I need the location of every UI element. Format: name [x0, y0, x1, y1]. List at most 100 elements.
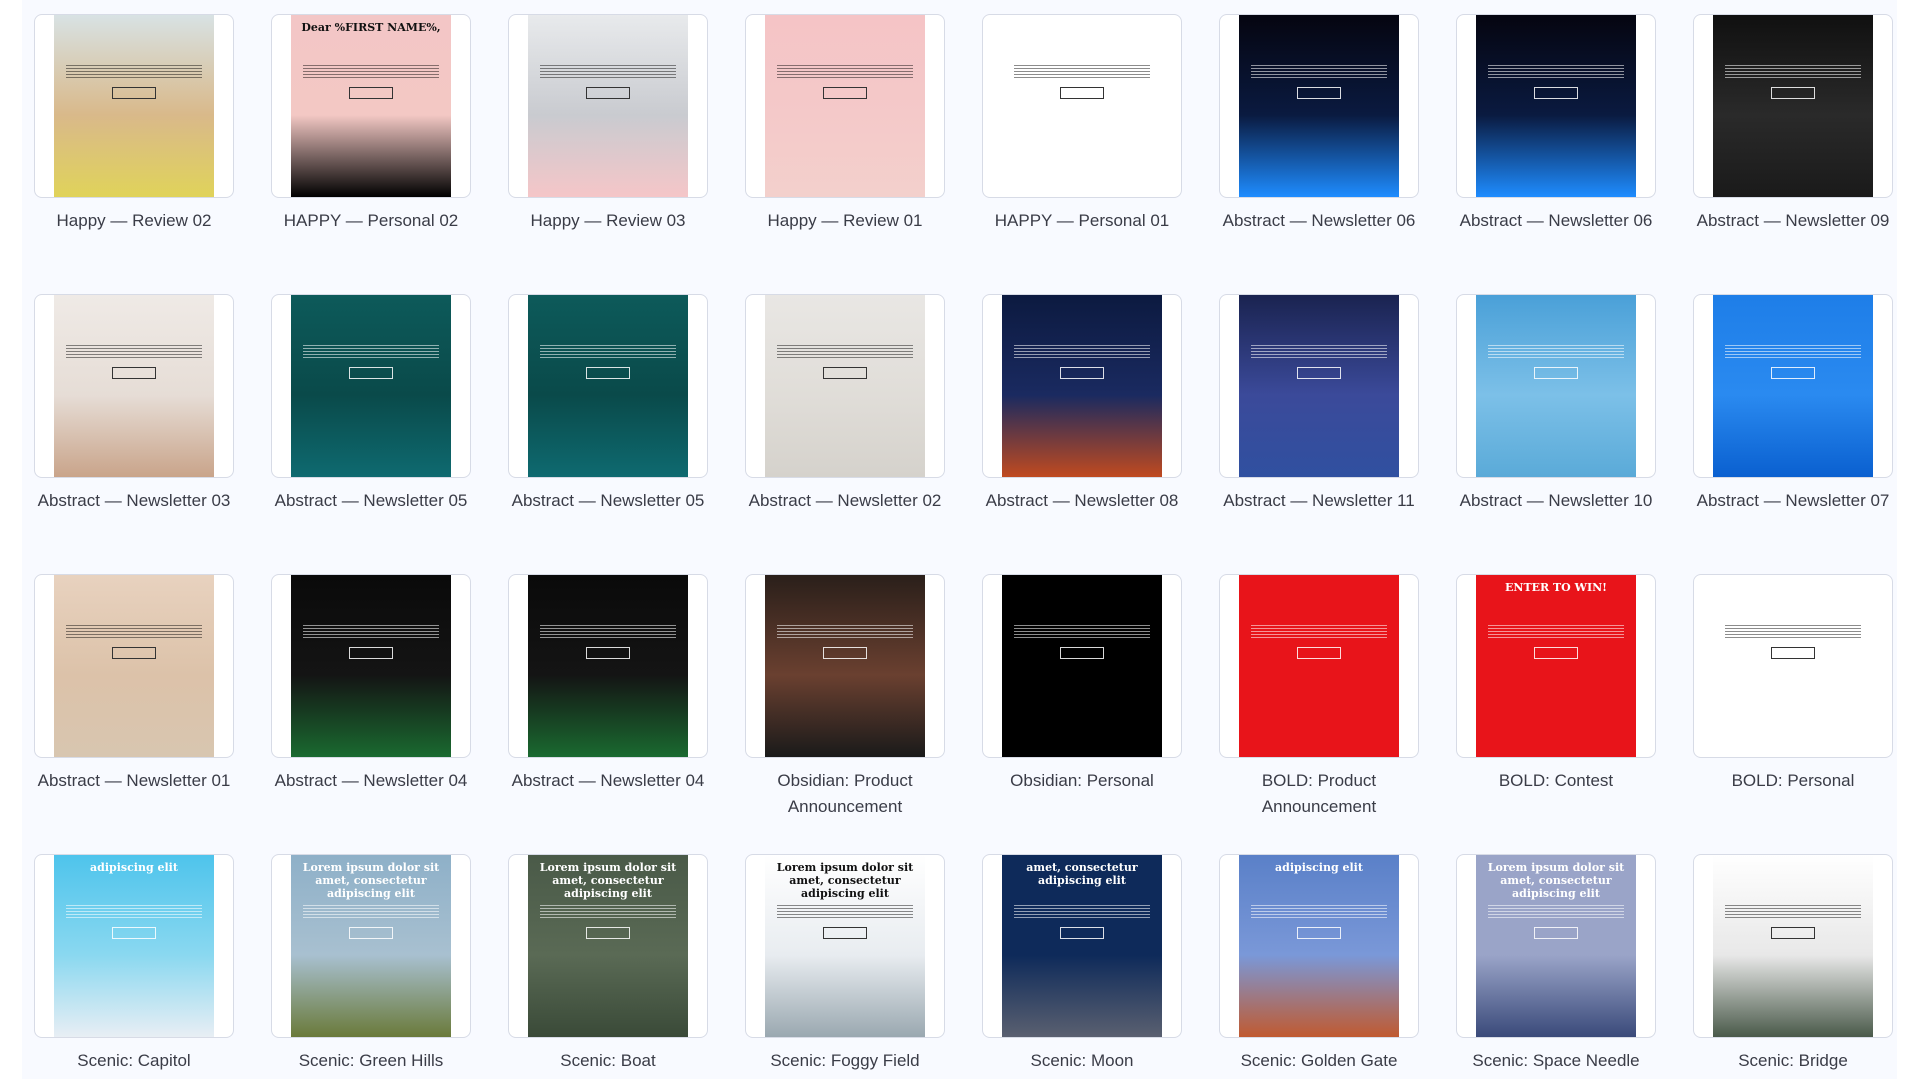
template-card[interactable]: Scenic: Bridge: [1693, 854, 1893, 1074]
thumbnail-body-text: [303, 65, 439, 79]
template-preview[interactable]: [1219, 574, 1419, 758]
thumbnail-button: [823, 87, 867, 99]
template-preview[interactable]: [508, 574, 708, 758]
template-thumbnail-image: amet, consectetur adipiscing elit: [1002, 855, 1162, 1037]
template-preview[interactable]: ENTER TO WIN!: [1456, 574, 1656, 758]
template-thumbnail-image: ENTER TO WIN!: [1476, 575, 1636, 757]
template-preview[interactable]: [1693, 854, 1893, 1038]
template-thumbnail-image: [1002, 575, 1162, 757]
template-card[interactable]: Happy — Review 03: [508, 14, 708, 234]
template-preview[interactable]: [745, 574, 945, 758]
template-card[interactable]: Abstract — Newsletter 11: [1219, 294, 1419, 514]
template-card[interactable]: adipiscing elit Scenic: Capitol: [34, 854, 234, 1074]
template-card[interactable]: Lorem ipsum dolor sit amet, consectetur …: [508, 854, 708, 1074]
template-preview[interactable]: [982, 574, 1182, 758]
template-preview[interactable]: [34, 14, 234, 198]
template-preview[interactable]: Lorem ipsum dolor sit amet, consectetur …: [1456, 854, 1656, 1038]
template-preview[interactable]: [1456, 294, 1656, 478]
template-card[interactable]: BOLD: Product Announcement: [1219, 574, 1419, 820]
template-thumbnail-image: [1239, 295, 1399, 477]
thumbnail-button: [112, 367, 156, 379]
template-card[interactable]: Abstract — Newsletter 06: [1456, 14, 1656, 234]
template-thumbnail-image: Lorem ipsum dolor sit amet, consectetur …: [1476, 855, 1636, 1037]
template-card[interactable]: Abstract — Newsletter 07: [1693, 294, 1893, 514]
template-preview[interactable]: adipiscing elit: [1219, 854, 1419, 1038]
template-thumbnail-image: adipiscing elit: [1239, 855, 1399, 1037]
template-card[interactable]: Abstract — Newsletter 02: [745, 294, 945, 514]
template-card[interactable]: Abstract — Newsletter 09: [1693, 14, 1893, 234]
template-preview[interactable]: [1693, 574, 1893, 758]
template-card[interactable]: ENTER TO WIN! BOLD: Contest: [1456, 574, 1656, 794]
template-card[interactable]: HAPPY — Personal 01: [982, 14, 1182, 234]
template-preview[interactable]: amet, consectetur adipiscing elit: [982, 854, 1182, 1038]
template-card[interactable]: BOLD: Personal: [1693, 574, 1893, 794]
template-card[interactable]: amet, consectetur adipiscing elit Scenic:…: [982, 854, 1182, 1074]
thumbnail-body-text: [303, 625, 439, 639]
template-preview[interactable]: adipiscing elit: [34, 854, 234, 1038]
thumbnail-body-text: [1725, 905, 1861, 919]
thumbnail-body-text: [1725, 65, 1861, 79]
template-preview[interactable]: [1219, 294, 1419, 478]
template-name: Abstract — Newsletter 05: [511, 491, 705, 510]
template-name: Obsidian: Product Announcement: [777, 771, 913, 816]
template-preview[interactable]: [1693, 14, 1893, 198]
thumbnail-button: [1534, 647, 1578, 659]
template-card[interactable]: Abstract — Newsletter 03: [34, 294, 234, 514]
thumbnail-body-text: [66, 625, 202, 639]
template-card[interactable]: Abstract — Newsletter 05: [508, 294, 708, 514]
template-card[interactable]: Obsidian: Personal: [982, 574, 1182, 794]
template-thumbnail-image: [291, 295, 451, 477]
thumbnail-button: [349, 647, 393, 659]
template-preview[interactable]: Lorem ipsum dolor sit amet, consectetur …: [271, 854, 471, 1038]
template-card[interactable]: Abstract — Newsletter 06: [1219, 14, 1419, 234]
template-preview[interactable]: [745, 14, 945, 198]
template-preview[interactable]: Lorem ipsum dolor sit amet, consectetur …: [508, 854, 708, 1038]
template-thumbnail-image: [1476, 15, 1636, 197]
template-card[interactable]: Abstract — Newsletter 04: [508, 574, 708, 794]
template-name: Abstract — Newsletter 06: [1459, 211, 1653, 230]
template-preview[interactable]: Lorem ipsum dolor sit amet, consectetur …: [745, 854, 945, 1038]
template-preview[interactable]: [508, 14, 708, 198]
template-preview[interactable]: [34, 294, 234, 478]
thumbnail-button: [823, 367, 867, 379]
template-name: BOLD: Personal: [1731, 771, 1855, 790]
thumbnail-button: [1771, 927, 1815, 939]
thumbnail-button: [1771, 647, 1815, 659]
template-preview[interactable]: [1219, 14, 1419, 198]
template-card[interactable]: Happy — Review 01: [745, 14, 945, 234]
thumbnail-button: [586, 927, 630, 939]
template-thumbnail-image: [1002, 295, 1162, 477]
thumbnail-body-text: [1488, 905, 1624, 919]
template-card[interactable]: Abstract — Newsletter 01: [34, 574, 234, 794]
thumbnail-headline: Dear %FIRST NAME%,: [301, 21, 441, 34]
template-card[interactable]: Obsidian: Product Announcement: [745, 574, 945, 820]
template-preview[interactable]: Dear %FIRST NAME%,: [271, 14, 471, 198]
thumbnail-button: [586, 87, 630, 99]
template-preview[interactable]: [1693, 294, 1893, 478]
template-card[interactable]: Abstract — Newsletter 08: [982, 294, 1182, 514]
template-card[interactable]: adipiscing elit Scenic: Golden Gate: [1219, 854, 1419, 1074]
template-preview[interactable]: [1456, 14, 1656, 198]
template-preview[interactable]: [271, 574, 471, 758]
template-name: Scenic: Space Needle: [1472, 1051, 1640, 1070]
template-card[interactable]: Dear %FIRST NAME%, HAPPY — Personal 02: [271, 14, 471, 234]
template-preview[interactable]: [745, 294, 945, 478]
template-card[interactable]: Lorem ipsum dolor sit amet, consectetur …: [745, 854, 945, 1074]
template-card[interactable]: Abstract — Newsletter 05: [271, 294, 471, 514]
template-preview[interactable]: [982, 14, 1182, 198]
thumbnail-body-text: [540, 905, 676, 919]
template-preview[interactable]: [982, 294, 1182, 478]
thumbnail-body-text: [303, 345, 439, 359]
template-card[interactable]: Abstract — Newsletter 10: [1456, 294, 1656, 514]
thumbnail-button: [349, 927, 393, 939]
template-card[interactable]: Lorem ipsum dolor sit amet, consectetur …: [271, 854, 471, 1074]
thumbnail-body-text: [303, 905, 439, 919]
template-preview[interactable]: [271, 294, 471, 478]
template-card[interactable]: Happy — Review 02: [34, 14, 234, 234]
template-preview[interactable]: [508, 294, 708, 478]
thumbnail-body-text: [1488, 65, 1624, 79]
template-thumbnail-image: [1713, 575, 1873, 757]
template-card[interactable]: Lorem ipsum dolor sit amet, consectetur …: [1456, 854, 1656, 1074]
template-preview[interactable]: [34, 574, 234, 758]
template-card[interactable]: Abstract — Newsletter 04: [271, 574, 471, 794]
